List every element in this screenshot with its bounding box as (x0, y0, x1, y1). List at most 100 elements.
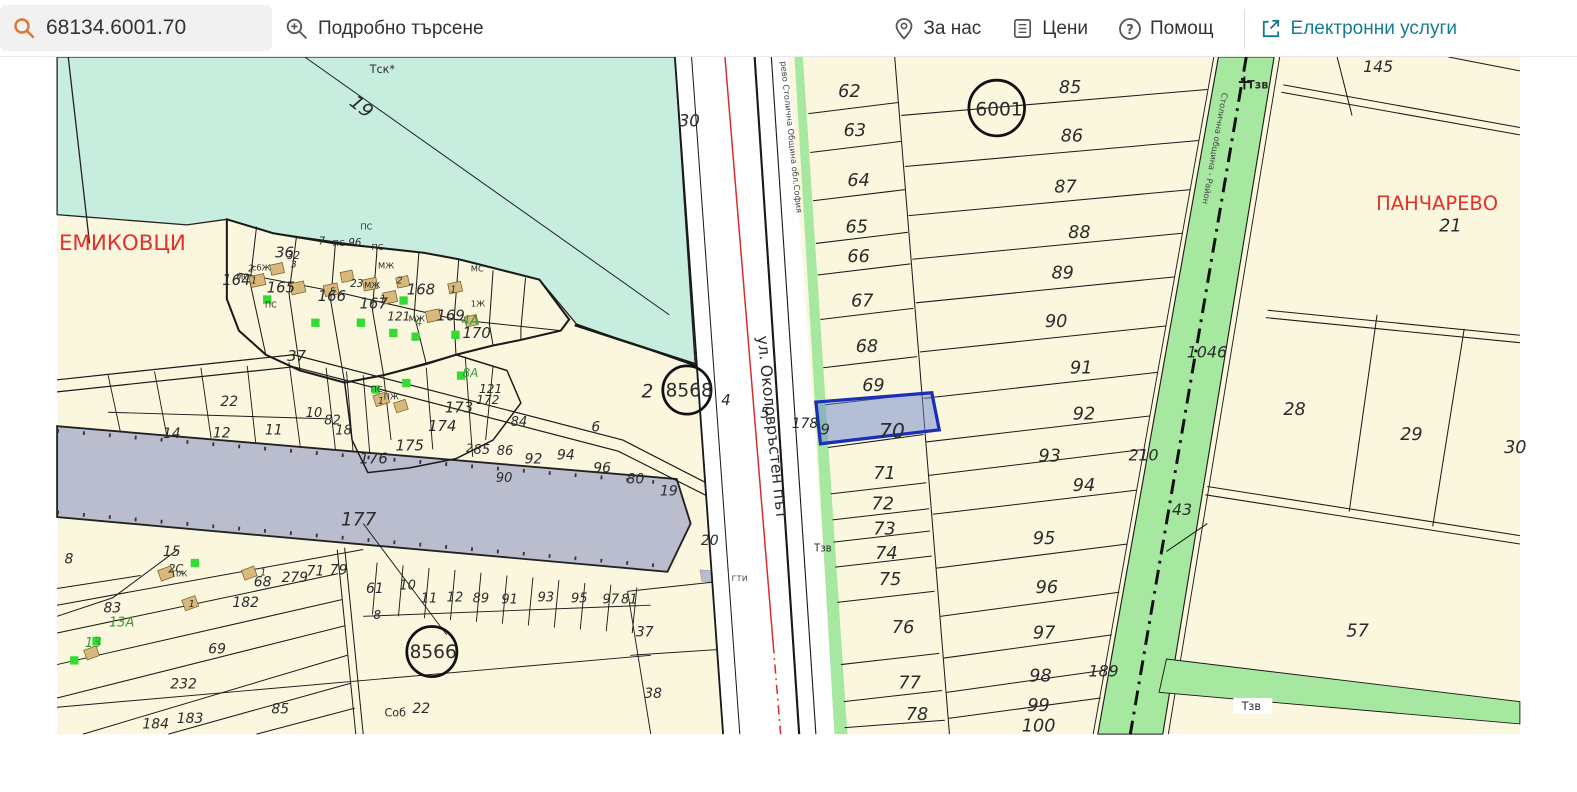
search-input[interactable] (46, 16, 256, 40)
map-label: 81 (621, 592, 638, 607)
map-label: 85 (474, 443, 491, 458)
map-label: 1 (380, 294, 386, 305)
nav-about[interactable]: За нас (893, 17, 981, 41)
map-label: 13 (85, 636, 102, 651)
map-label: 210 (1128, 445, 1158, 464)
map-label: 93 (538, 590, 555, 605)
map-label: 61 (366, 581, 384, 597)
zoom-in-icon (284, 16, 309, 41)
map-label: 68 (856, 337, 878, 357)
map-label: 86 (497, 444, 514, 459)
map-label: 4 (721, 392, 730, 409)
map-label: 70 (879, 419, 905, 443)
map-label: 96 (1036, 578, 1058, 598)
map-label: 94 (557, 448, 575, 464)
map-label: МЖ (409, 313, 425, 323)
map-label: 92 (525, 451, 543, 467)
map-label: 38 (644, 686, 662, 702)
map-label: ПЖ (384, 391, 399, 401)
map-label: 279 (282, 570, 309, 586)
map-label: 91 (1070, 358, 1092, 378)
map-label: 37 (287, 348, 306, 365)
map-label: 71 (873, 464, 895, 484)
nav-help[interactable]: ? Помощ (1118, 17, 1214, 41)
map-label: 65 (846, 217, 868, 237)
map-label: 97 (1033, 624, 1056, 644)
cadastral-map[interactable]: 6263646566676869707172737475767778858687… (0, 57, 1577, 787)
map-label: 2 (248, 263, 254, 274)
map-label: 98 (1029, 666, 1051, 686)
map-label: 2 (397, 275, 403, 286)
map-label: 93 (1038, 446, 1060, 466)
map-label: ПС (360, 222, 372, 232)
map-label: 22 (412, 701, 430, 717)
map-label: 176 (359, 450, 387, 467)
map-label: 90 (1045, 312, 1067, 332)
map-label: 21 (1439, 216, 1461, 236)
svg-text:?: ? (1126, 23, 1134, 38)
map-label: 165 (267, 280, 295, 297)
map-label: 8 (65, 551, 74, 567)
map-label: 189 (1089, 662, 1119, 681)
map-label: 177 (341, 509, 377, 530)
toolbar-nav: За нас Цени ? Помощ Елект (893, 0, 1577, 57)
map-label: 57 (1346, 622, 1369, 642)
map-label: 85 (1059, 78, 1081, 98)
map-label: 1 (450, 285, 456, 296)
electronic-services-label: Електронни услуги (1291, 18, 1457, 40)
map-label: 96 (593, 461, 611, 477)
map-label: 121 (387, 309, 410, 323)
map-label: 29 (1400, 425, 1422, 445)
map-label: 95 (571, 591, 588, 606)
map-label: 2 (466, 442, 473, 455)
detailed-search-button[interactable]: Подробно търсене (284, 0, 484, 57)
map-label: 8 (373, 608, 381, 622)
map-label: 23 (350, 279, 363, 290)
map-label: 95 (1033, 529, 1055, 549)
map-label: 173 (445, 399, 473, 416)
map-label: 83 (103, 601, 121, 617)
map-label: 8А (462, 366, 478, 380)
map-label: МЖ (364, 280, 380, 290)
search-box[interactable] (0, 5, 272, 51)
map-label: 174 (428, 418, 456, 435)
map-label: 20 (701, 533, 719, 549)
map-label: 90 (496, 471, 513, 486)
map-label: 169 (436, 307, 464, 324)
map-label: 96 (348, 238, 361, 249)
map-label: сбЖ (252, 262, 271, 272)
map-label: 91 (501, 592, 518, 607)
map-label: ПАНЧАРЕВО (1376, 192, 1498, 215)
map-label: гти (731, 573, 747, 584)
nav-prices[interactable]: Цени (1011, 17, 1088, 40)
map-label: ПЖ (172, 568, 187, 578)
map-label: 67 (851, 292, 874, 312)
nav-help-label: Помощ (1150, 18, 1214, 40)
map-label: ПС (265, 299, 277, 309)
help-icon: ? (1118, 17, 1142, 41)
map-label: 5 (330, 286, 336, 297)
map-label: 12 (213, 425, 231, 441)
map-label: 75 (879, 570, 901, 590)
map-label: 88 (1068, 223, 1090, 243)
map-label: 182 (232, 595, 259, 611)
map-label: 10 (399, 578, 416, 593)
map-label: 121 (479, 382, 502, 396)
map-label: 145 (1363, 57, 1393, 76)
map-label: 3 (291, 260, 297, 271)
map-canvas[interactable]: 6263646566676869707172737475767778858687… (0, 57, 1577, 787)
electronic-services-link[interactable]: Електронни услуги (1259, 17, 1457, 40)
map-label: 9 (821, 422, 830, 439)
map-label: 69 (862, 376, 884, 396)
map-label: 86 (1061, 126, 1083, 146)
map-label: 15 (163, 544, 181, 560)
map-label: 30 (1504, 438, 1526, 458)
map-label: 4А (462, 314, 479, 329)
map-label: 22 (220, 394, 238, 410)
map-label: 85 (271, 702, 289, 718)
map-label: 94 (1073, 476, 1095, 496)
map-label: 14 (163, 426, 181, 442)
map-label: ПС (372, 242, 384, 252)
map-label: 13А (109, 616, 134, 631)
map-label: 84 (511, 415, 528, 430)
